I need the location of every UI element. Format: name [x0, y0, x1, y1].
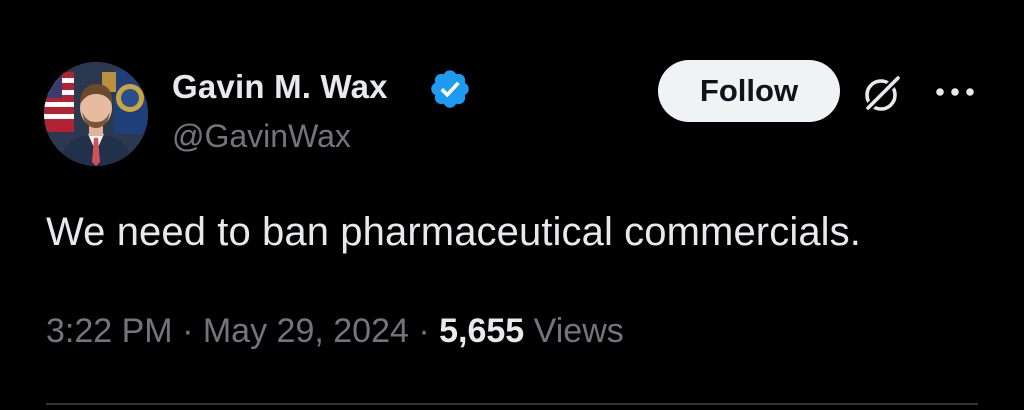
grok-icon[interactable]: [860, 72, 904, 116]
tweet-container: Gavin M. Wax @GavinWax Follow We need to…: [0, 0, 1024, 410]
avatar[interactable]: [44, 62, 148, 166]
more-horizontal-icon[interactable]: [934, 84, 976, 100]
meta-separator: ·: [182, 312, 194, 350]
tweet-text: We need to ban pharmaceutical commercial…: [46, 210, 861, 254]
tweet-time[interactable]: 3:22 PM: [46, 312, 173, 350]
tweet-date[interactable]: May 29, 2024: [203, 312, 409, 350]
avatar-image: [44, 62, 148, 166]
views-label: Views: [533, 312, 624, 350]
views-count: 5,655: [439, 312, 525, 350]
meta-separator: ·: [418, 312, 430, 350]
follow-button[interactable]: Follow: [658, 60, 840, 122]
tweet-meta: 3:22 PM · May 29, 2024 · 5,655 Views: [46, 312, 624, 351]
author-display-name[interactable]: Gavin M. Wax: [172, 68, 388, 106]
author-handle[interactable]: @GavinWax: [172, 118, 351, 155]
divider: [46, 403, 978, 405]
verified-badge-icon: [431, 70, 469, 108]
